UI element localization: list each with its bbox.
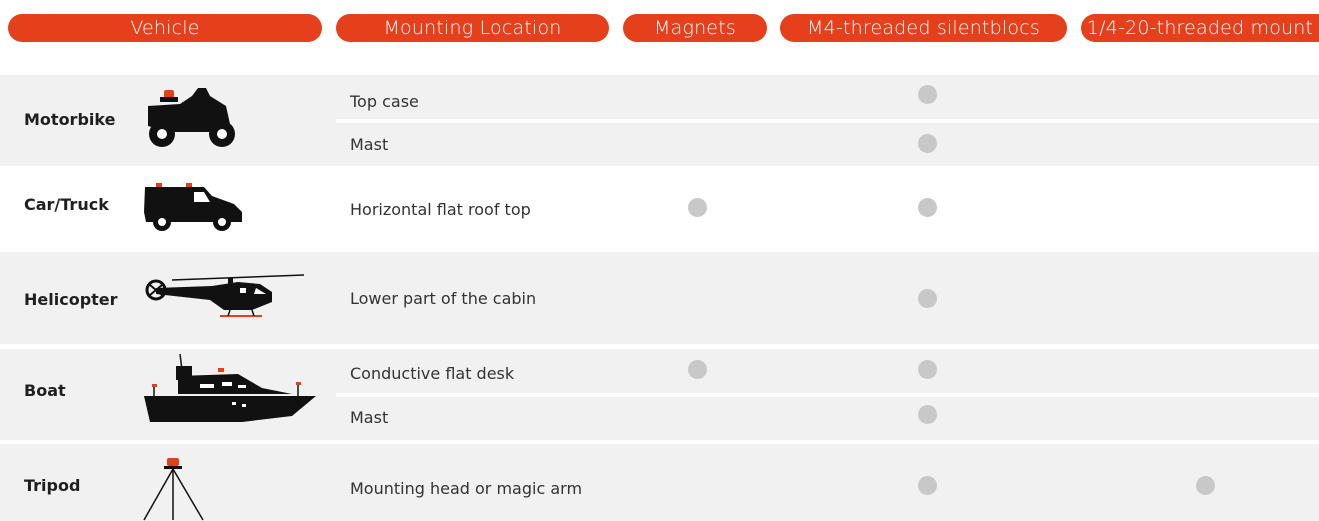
m4-dot <box>918 134 937 153</box>
m4-dot <box>918 85 937 104</box>
header-m4-silentblocs: M4-threaded silentblocs <box>780 14 1067 42</box>
location-label: Conductive flat desk <box>350 364 515 383</box>
row-separator <box>336 119 1319 123</box>
m4-dot <box>918 198 937 217</box>
m4-dot <box>918 360 937 379</box>
location-label: Horizontal flat roof top <box>350 200 531 219</box>
magnets-dot <box>688 198 707 217</box>
vehicle-name-tripod: Tripod <box>24 476 81 495</box>
magnets-dot <box>688 360 707 379</box>
header-quarter-mount: 1/4-20-threaded mount <box>1081 14 1319 42</box>
vehicle-name-boat: Boat <box>24 381 66 400</box>
location-label: Top case <box>350 92 419 111</box>
motorbike-icon <box>148 88 235 147</box>
helicopter-icon <box>145 274 305 317</box>
van-icon <box>144 183 242 231</box>
vehicle-name-helicopter: Helicopter <box>24 290 118 309</box>
m4-dot <box>918 476 937 495</box>
header-vehicle: Vehicle <box>8 14 322 42</box>
vehicle-name-motorbike: Motorbike <box>24 110 116 129</box>
boat-icon <box>144 353 316 422</box>
tripod-icon <box>143 458 204 521</box>
m4-dot <box>918 289 937 308</box>
location-label: Mast <box>350 408 389 427</box>
row-separator <box>336 393 1319 397</box>
header-magnets: Magnets <box>623 14 767 42</box>
m4-dot <box>918 405 937 424</box>
header-mounting-location: Mounting Location <box>336 14 609 42</box>
location-label: Lower part of the cabin <box>350 289 537 308</box>
vehicle-name-car-truck: Car/Truck <box>24 195 109 214</box>
location-label: Mounting head or magic arm <box>350 479 583 498</box>
location-label: Mast <box>350 135 389 154</box>
quarter-mount-dot <box>1196 476 1215 495</box>
